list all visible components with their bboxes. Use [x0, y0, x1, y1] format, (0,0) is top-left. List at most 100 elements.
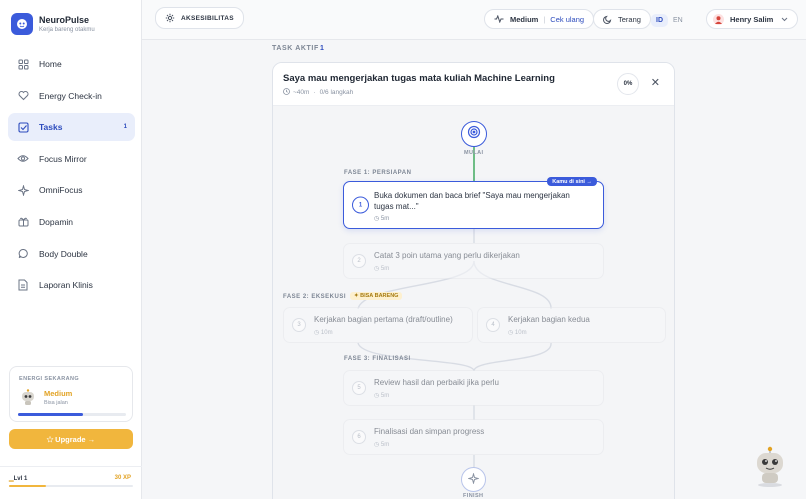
step-number: 2 [352, 254, 366, 268]
gift-icon [17, 216, 29, 228]
sparkle-icon [467, 471, 480, 489]
sidebar-item-energy-check-in[interactable]: Energy Check-in [8, 82, 135, 110]
active-task-label: TASK AKTIF [272, 45, 319, 52]
sidebar-item-laporan-klinis[interactable]: Laporan Klinis [8, 271, 135, 299]
step-time-value: 5m [380, 216, 390, 222]
sidebar-item-label: Home [39, 59, 62, 69]
step-text: Buka dokumen dan baca brief "Saya mau me… [374, 191, 570, 211]
you-are-here-badge: Kamu di sini → [547, 177, 597, 186]
separator: · [313, 89, 316, 96]
start-node [461, 121, 487, 147]
task-card: Saya mau mengerjakan tugas mata kuliah M… [272, 62, 675, 499]
accessibility-button[interactable]: AKSESIBILITAS [155, 7, 244, 29]
step-text: Review hasil dan perbaiki jika perlu [374, 378, 499, 387]
grid-icon [17, 58, 29, 70]
step-time: ◷ 5m [374, 393, 390, 399]
energy-level: Medium [44, 389, 73, 398]
sidebar-item-label: Focus Mirror [39, 153, 87, 164]
tasks-count-badge: 1 [123, 124, 127, 131]
step-text: Kerjakan bagian kedua [508, 315, 590, 324]
accessibility-label: AKSESIBILITAS [181, 14, 234, 22]
step-number: 5 [352, 381, 366, 395]
clock-icon [283, 88, 290, 97]
heart-icon [17, 90, 29, 102]
brand[interactable]: NeuroPulse Kerja bareng otakmu [11, 13, 95, 35]
step-number: 3 [292, 318, 306, 332]
brain-logo-icon [11, 13, 33, 35]
sidebar-item-dopamin[interactable]: Dopamin [8, 208, 135, 236]
active-task-count: 1 [320, 45, 324, 52]
chevron-down-icon [781, 15, 788, 24]
step-time-value: 5m [380, 266, 390, 272]
sidebar-item-tasks[interactable]: Tasks 1 [8, 113, 135, 142]
chat-bubble-icon [17, 248, 29, 260]
pulse-icon [494, 15, 504, 23]
sidebar-nav: Home Energy Check-in Tasks 1 Focus Mirro… [8, 50, 135, 303]
sidebar-item-label: Laporan Klinis [39, 280, 93, 291]
sidebar-item-label: Energy Check-in [39, 90, 102, 101]
document-icon [17, 279, 29, 291]
sidebar-item-focus-mirror[interactable]: Focus Mirror [8, 145, 135, 173]
robot-mascot-icon [19, 388, 37, 406]
eye-icon [17, 153, 29, 165]
sidebar-item-label: OmniFocus [39, 185, 83, 196]
sidebar: NeuroPulse Kerja bareng otakmu Home Ener… [0, 0, 142, 499]
together-tag: ✦ BISA BARENG [350, 292, 403, 300]
gear-icon [165, 13, 175, 23]
lang-id-option[interactable]: ID [651, 13, 668, 27]
step-number: 4 [486, 318, 500, 332]
step-card-5[interactable]: 5 Review hasil dan perbaiki jika perlu ◷… [343, 370, 604, 406]
step-text: Kerjakan bagian pertama (draft/outline) [314, 315, 453, 324]
phase-3-label: FASE 3: FINALISASI [344, 356, 411, 362]
robot-mascot-icon[interactable] [752, 445, 788, 487]
step-time-value: 10m [514, 330, 527, 336]
step-time: ◷ 10m [508, 330, 527, 336]
brand-name: NeuroPulse [39, 15, 90, 25]
xp-progress-fill [9, 485, 47, 487]
xp-progress-bar [9, 485, 133, 487]
energy-status: Bisa jalan [44, 400, 68, 406]
top-bar: AKSESIBILITAS Medium | Cek ulang Terang … [142, 0, 806, 40]
brand-tagline: Kerja bareng otakmu [39, 27, 95, 33]
task-steps-done: 0/6 langkah [319, 89, 354, 96]
sidebar-item-body-double[interactable]: Body Double [8, 240, 135, 268]
step-time-value: 5m [380, 442, 390, 448]
energy-status-pill[interactable]: Medium | Cek ulang [484, 9, 595, 29]
step-time-value: 10m [320, 330, 333, 336]
user-menu[interactable]: Henry Salim [706, 9, 799, 29]
finish-node [461, 467, 486, 492]
step-card-1[interactable]: 1 Buka dokumen dan baca brief "Saya mau … [343, 177, 604, 229]
sidebar-item-label: Dopamin [39, 216, 74, 227]
step-text: Catat 3 poin utama yang perlu dikerjakan [374, 251, 520, 260]
step-card-4[interactable]: 4 Kerjakan bagian kedua ◷ 10m [477, 307, 666, 343]
recheck-energy-link[interactable]: Cek ulang [550, 15, 584, 24]
lang-en-option[interactable]: EN [668, 14, 688, 27]
close-icon[interactable]: ✕ [651, 76, 660, 89]
task-title: Saya mau mengerjakan tugas mata kuliah M… [283, 73, 555, 84]
sidebar-item-label: Body Double [39, 248, 88, 259]
language-switch: ID EN [651, 11, 688, 29]
start-label: MULAI [464, 150, 484, 156]
task-duration: ~40m [293, 89, 310, 96]
sidebar-item-label: Tasks [39, 122, 63, 133]
step-time: ◷ 5m [374, 266, 390, 272]
task-header: Saya mau mengerjakan tugas mata kuliah M… [273, 63, 674, 106]
phase-1-label: FASE 1: PERSIAPAN [344, 170, 412, 176]
step-card-3[interactable]: 3 Kerjakan bagian pertama (draft/outline… [283, 307, 473, 343]
upgrade-button[interactable]: ✩ Upgrade → [9, 429, 133, 449]
step-card-6[interactable]: 6 Finalisasi dan simpan progress ◷ 5m [343, 419, 604, 455]
user-name: Henry Salim [730, 14, 774, 24]
task-meta: ~40m · 0/6 langkah [283, 88, 353, 97]
energy-card-title: ENERGI SEKARANG [19, 376, 80, 382]
step-card-2[interactable]: 2 Catat 3 poin utama yang perlu dikerjak… [343, 243, 604, 279]
target-icon [467, 125, 481, 144]
sidebar-item-home[interactable]: Home [8, 50, 135, 78]
energy-card[interactable]: ENERGI SEKARANG Medium Bisa jalan [9, 366, 133, 422]
separator: | [543, 14, 546, 24]
xp-count: 30 XP [114, 475, 131, 481]
theme-toggle[interactable]: Terang [593, 9, 651, 29]
step-number: 1 [352, 196, 369, 214]
step-time: ◷ 5m [374, 216, 390, 222]
phase-2-label: FASE 2: EKSEKUSI [283, 294, 347, 300]
sidebar-item-omnifocus[interactable]: OmniFocus [8, 176, 135, 204]
